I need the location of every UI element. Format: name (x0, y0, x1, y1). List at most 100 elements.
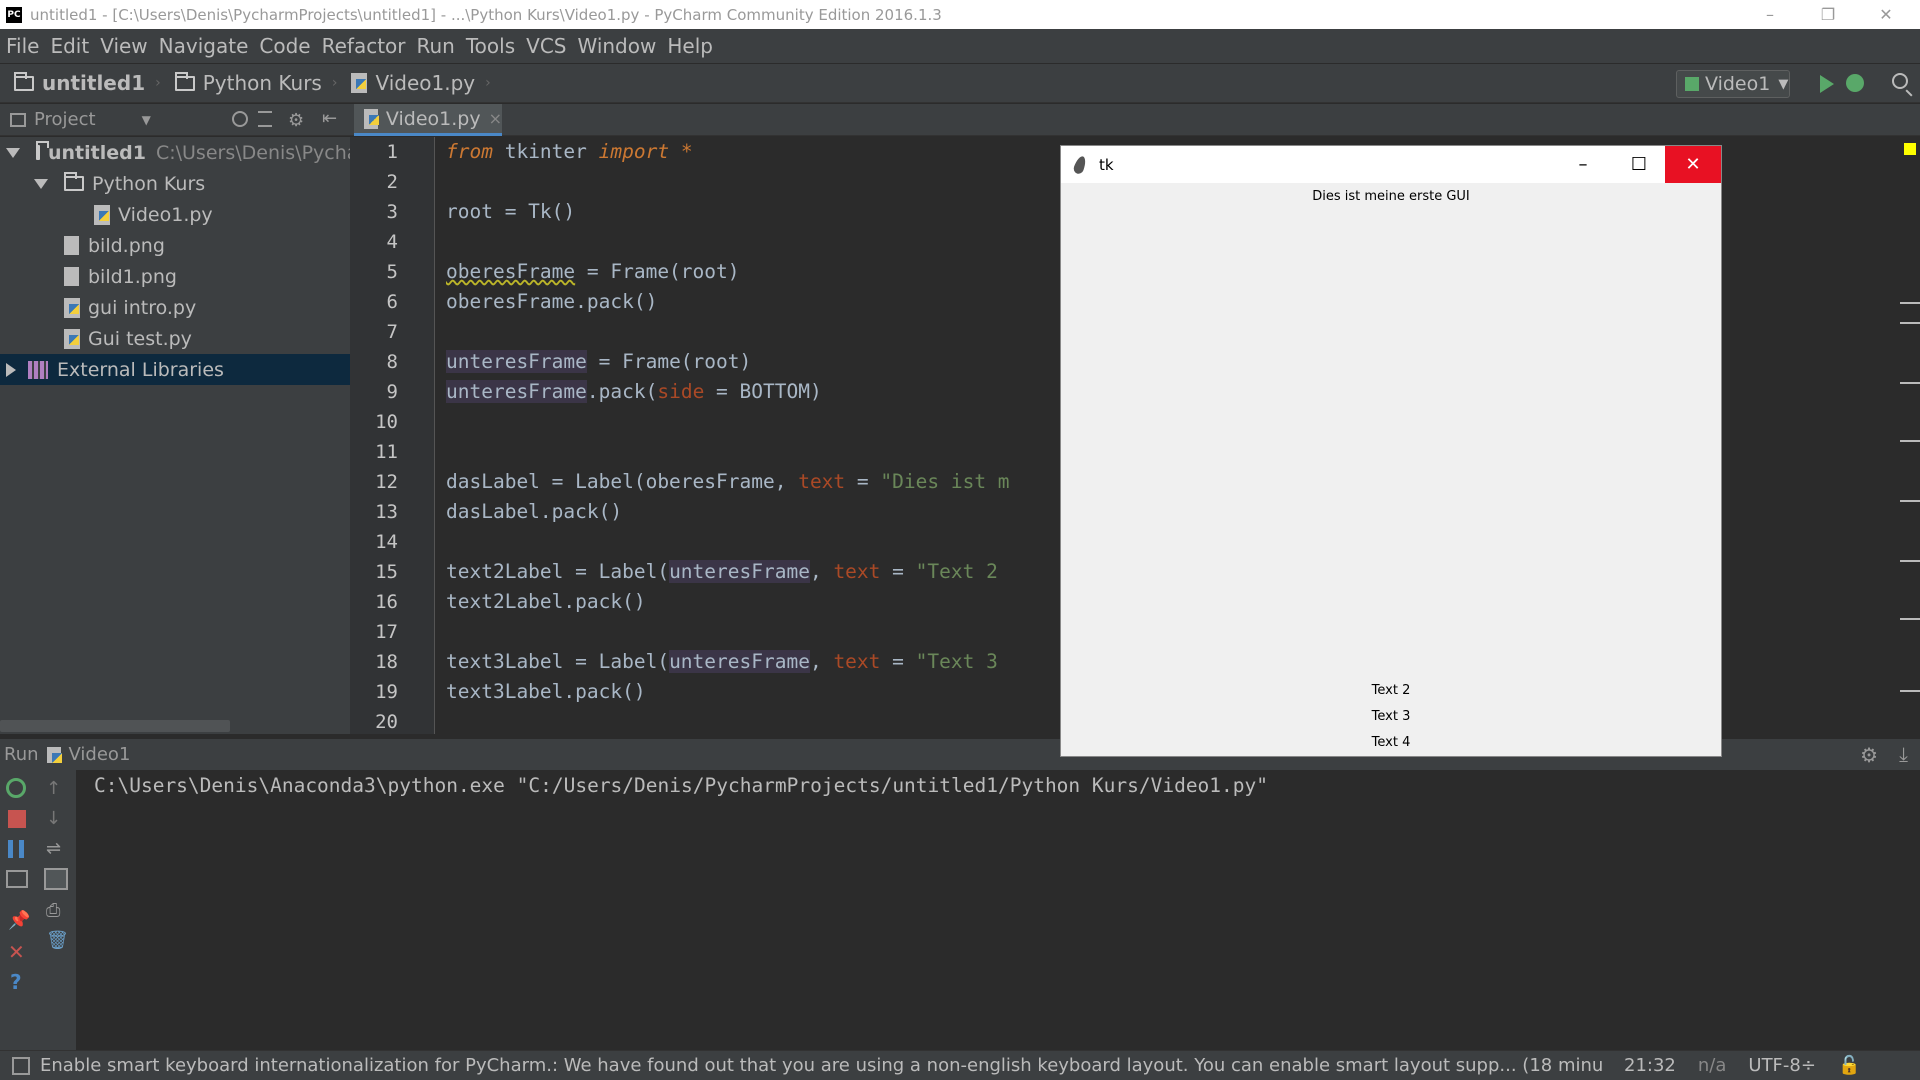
python-file-icon (64, 297, 80, 318)
arrow-down-icon[interactable]: ↓ (46, 808, 66, 829)
menu-code[interactable]: Code (259, 34, 310, 58)
tk-window[interactable]: tk – ☐ ✕ Dies ist meine erste GUI Text 2… (1060, 145, 1722, 757)
expand-arrow-icon[interactable] (6, 147, 20, 158)
restore-layout-icon[interactable] (6, 870, 28, 888)
minimize-button[interactable]: – (1742, 0, 1798, 29)
line-separator[interactable]: n/a (1698, 1055, 1727, 1076)
run-icon[interactable] (1820, 75, 1834, 93)
close-button[interactable]: ✕ (1858, 0, 1914, 29)
code-editor[interactable]: from tkinter import * root = Tk() oberes… (436, 137, 1066, 734)
tk-close-button[interactable]: ✕ (1665, 146, 1721, 183)
tk-titlebar[interactable]: tk – ☐ ✕ (1061, 146, 1721, 183)
run-console[interactable]: C:\Users\Denis\Anaconda3\python.exe "C:/… (76, 770, 1920, 1050)
menu-refactor[interactable]: Refactor (322, 34, 406, 58)
warning-indicator-icon[interactable] (1904, 143, 1916, 155)
line-number: 13 (375, 501, 398, 523)
menu-tools[interactable]: Tools (466, 34, 515, 58)
lock-icon[interactable]: 🔓 (1838, 1055, 1860, 1076)
code-line-8: unteresFrame = Frame(root) (446, 347, 751, 377)
project-panel-title[interactable]: Project (34, 109, 96, 130)
menu-help[interactable]: Help (667, 34, 713, 58)
menu-window[interactable]: Window (577, 34, 656, 58)
tool-window-toggle-icon[interactable] (12, 1057, 30, 1075)
rerun-icon[interactable] (6, 778, 26, 798)
error-stripe-mark[interactable] (1900, 302, 1920, 304)
tree-item-untitled1[interactable]: untitled1 C:\Users\Denis\Pychar (0, 137, 350, 168)
expand-arrow-icon[interactable] (6, 362, 16, 377)
gear-icon[interactable]: ⚙ (1860, 743, 1878, 767)
menu-file[interactable]: File (6, 34, 39, 58)
tree-item-video1[interactable]: Video1.py (0, 199, 350, 230)
menu-vcs[interactable]: VCS (526, 34, 566, 58)
code-line-12: dasLabel = Label(oberesFrame, text = "Di… (446, 467, 1010, 497)
close-icon[interactable]: ✕ (8, 940, 28, 964)
breadcrumb-folder[interactable]: Python Kurs › (174, 71, 337, 95)
menu-view[interactable]: View (100, 34, 147, 58)
window-titlebar: PC untitled1 - [C:\Users\Denis\PycharmPr… (0, 0, 1920, 29)
status-message[interactable]: Enable smart keyboard internationalizati… (12, 1055, 1602, 1076)
error-stripe-mark[interactable] (1900, 322, 1920, 324)
breadcrumb-file[interactable]: Video1.py › (351, 71, 491, 95)
folder-icon (174, 71, 195, 91)
gear-icon[interactable]: ⚙ (288, 110, 304, 131)
expand-arrow-icon[interactable] (34, 178, 48, 189)
image-file-icon (64, 267, 79, 286)
menu-edit[interactable]: Edit (50, 34, 89, 58)
horizontal-scrollbar[interactable] (0, 720, 230, 732)
tk-maximize-button[interactable]: ☐ (1611, 146, 1667, 183)
image-file-icon (64, 236, 79, 255)
error-stripe-mark[interactable] (1900, 382, 1920, 384)
error-stripe-mark[interactable] (1900, 440, 1920, 442)
collapse-all-icon[interactable] (258, 111, 272, 127)
restore-button[interactable]: ❐ (1800, 0, 1856, 29)
trash-icon[interactable]: 🗑 (46, 930, 69, 951)
tk-minimize-button[interactable]: – (1555, 146, 1611, 183)
tree-item-python-kurs[interactable]: Python Kurs (0, 168, 350, 199)
variable-highlight: unteresFrame (669, 650, 810, 673)
arrow-up-icon[interactable]: ↑ (46, 778, 66, 799)
tree-item-bild1[interactable]: bild1.png (0, 261, 350, 292)
scroll-to-end-icon[interactable] (44, 868, 68, 890)
tree-item-gui-intro[interactable]: gui intro.py (0, 292, 350, 323)
debug-icon[interactable] (1846, 74, 1864, 92)
error-stripe-mark[interactable] (1900, 500, 1920, 502)
error-stripe[interactable] (1900, 137, 1920, 734)
operator: * (669, 140, 693, 163)
chevron-down-icon: ▼ (1778, 76, 1789, 92)
search-icon[interactable] (1892, 73, 1908, 89)
print-icon[interactable]: ⎙ (46, 900, 66, 921)
help-icon[interactable]: ? (10, 970, 30, 994)
error-stripe-mark[interactable] (1900, 618, 1920, 620)
navigation-bar: untitled1 › Python Kurs › Video1.py › Vi… (0, 63, 1920, 103)
hide-panel-icon[interactable]: ⤓ (1899, 742, 1908, 766)
tree-item-external-libraries[interactable]: External Libraries (0, 354, 350, 385)
variable-highlight: unteresFrame (446, 380, 587, 403)
chevron-down-icon[interactable]: ▼ (142, 113, 151, 127)
locate-icon[interactable] (232, 111, 248, 127)
line-number: 9 (386, 381, 398, 403)
tab-video1[interactable]: Video1.py × (354, 104, 502, 136)
breadcrumb-label: Video1.py (375, 71, 476, 95)
tree-item-label: Python Kurs (92, 172, 206, 195)
menu-run[interactable]: Run (417, 34, 455, 58)
tree-item-gui-test[interactable]: Gui test.py (0, 323, 350, 354)
pycharm-app-icon: PC (6, 6, 22, 23)
error-stripe-mark[interactable] (1900, 560, 1920, 562)
caret-position[interactable]: 21:32 (1624, 1055, 1676, 1076)
menu-navigate[interactable]: Navigate (159, 34, 249, 58)
code-text: text3Label = Label( (446, 650, 670, 673)
pause-icon[interactable] (8, 840, 24, 858)
breadcrumb-project[interactable]: untitled1 › (14, 71, 161, 95)
tree-item-bild[interactable]: bild.png (0, 230, 350, 261)
soft-wrap-icon[interactable]: ⇌ (46, 838, 66, 859)
stop-icon[interactable] (8, 810, 26, 828)
hide-panel-icon[interactable]: ⇤ (322, 108, 337, 129)
run-toolbar: ↑ ↓ ⇌ ⎙ 📌 🗑 ✕ ? (0, 770, 76, 1050)
close-tab-icon[interactable]: × (489, 109, 502, 128)
run-configuration-select[interactable]: Video1 ▼ (1676, 70, 1790, 98)
file-encoding[interactable]: UTF-8÷ (1748, 1055, 1816, 1076)
run-panel-config[interactable]: Video1 (69, 744, 131, 765)
window-title: untitled1 - [C:\Users\Denis\PycharmProje… (30, 5, 942, 24)
error-stripe-mark[interactable] (1900, 690, 1920, 692)
pin-icon[interactable]: 📌 (8, 910, 30, 931)
